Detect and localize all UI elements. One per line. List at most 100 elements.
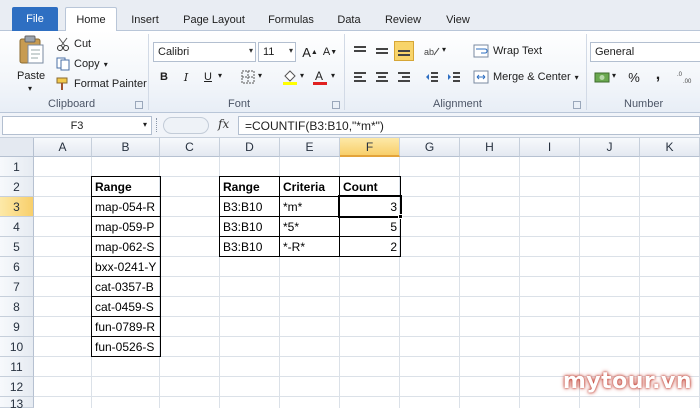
cell-d3[interactable]: B3:B10 — [220, 197, 279, 217]
row-header-7[interactable]: 7 — [0, 277, 34, 297]
tab-review[interactable]: Review — [379, 8, 427, 31]
worksheet-grid[interactable]: A B C D E F G H I J K 1 2 3 4 5 6 7 8 9 … — [0, 138, 700, 408]
cell-b9[interactable]: fun-0789-R — [92, 317, 160, 337]
row-header-3[interactable]: 3 — [0, 197, 34, 217]
cell-d4[interactable]: B3:B10 — [220, 217, 279, 237]
row-header-11[interactable]: 11 — [0, 357, 34, 377]
align-top-button[interactable] — [350, 41, 370, 61]
cell-b7[interactable]: cat-0357-B — [92, 277, 160, 297]
percent-style-button[interactable]: % — [624, 67, 644, 87]
increase-decimal-button[interactable]: .0.00 — [676, 67, 696, 87]
insert-function-icon[interactable]: fx — [218, 117, 229, 131]
font-color-button[interactable]: A — [310, 67, 330, 87]
cell-e2[interactable]: Criteria — [280, 177, 339, 197]
row-header-6[interactable]: 6 — [0, 257, 34, 277]
tab-view[interactable]: View — [438, 8, 478, 31]
borders-button[interactable] — [238, 67, 258, 87]
cell-f5[interactable]: 2 — [340, 237, 400, 257]
accounting-format-button[interactable] — [592, 67, 612, 87]
cell-e4[interactable]: *5* — [280, 217, 339, 237]
fill-handle[interactable] — [398, 214, 403, 219]
orientation-button[interactable]: ab — [422, 41, 442, 61]
paste-dropdown-icon[interactable]: ▾ — [28, 84, 32, 93]
align-middle-button[interactable] — [372, 41, 392, 61]
italic-button[interactable]: I — [176, 67, 196, 87]
select-all-corner[interactable] — [0, 138, 34, 157]
fill-color-button[interactable] — [280, 67, 300, 87]
cell-b3[interactable]: map-054-R — [92, 197, 160, 217]
row-header-5[interactable]: 5 — [0, 237, 34, 257]
tab-insert[interactable]: Insert — [123, 8, 167, 31]
tab-home[interactable]: Home — [65, 7, 117, 32]
cell-b8[interactable]: cat-0459-S — [92, 297, 160, 317]
shrink-font-button[interactable]: A ▼ — [320, 42, 340, 62]
format-painter-button[interactable]: Format Painter — [56, 76, 147, 92]
font-dialog-launcher-icon[interactable] — [332, 101, 340, 109]
cell-f2[interactable]: Count — [340, 177, 400, 197]
decrease-indent-button[interactable] — [422, 67, 442, 87]
column-header-j[interactable]: J — [580, 138, 640, 157]
column-header-g[interactable]: G — [400, 138, 460, 157]
underline-button[interactable]: U — [198, 67, 218, 87]
number-format-select[interactable]: General — [590, 42, 700, 62]
row-header-4[interactable]: 4 — [0, 217, 34, 237]
clipboard-dialog-launcher-icon[interactable] — [135, 101, 143, 109]
name-box[interactable]: F3 ▾ — [2, 116, 152, 135]
tab-data[interactable]: Data — [330, 8, 368, 31]
column-header-k[interactable]: K — [640, 138, 700, 157]
fill-color-dropdown-icon[interactable]: ▾ — [300, 71, 304, 80]
align-bottom-button[interactable] — [394, 41, 414, 61]
tab-formulas[interactable]: Formulas — [260, 8, 322, 31]
tab-page-layout[interactable]: Page Layout — [176, 8, 252, 31]
cut-button[interactable]: Cut — [56, 36, 91, 52]
column-header-c[interactable]: C — [160, 138, 220, 157]
bold-button[interactable]: B — [154, 67, 174, 87]
cell-f4[interactable]: 5 — [340, 217, 400, 237]
paste-button[interactable] — [14, 35, 48, 71]
cell-d2[interactable]: Range — [220, 177, 279, 197]
alignment-dialog-launcher-icon[interactable] — [573, 101, 581, 109]
align-center-button[interactable] — [372, 67, 392, 87]
cell-b5[interactable]: map-062-S — [92, 237, 160, 257]
column-header-d[interactable]: D — [220, 138, 280, 157]
row-header-8[interactable]: 8 — [0, 297, 34, 317]
font-color-dropdown-icon[interactable]: ▾ — [331, 71, 335, 80]
align-left-button[interactable] — [350, 67, 370, 87]
row-header-13[interactable]: 13 — [0, 397, 34, 408]
cell-b2[interactable]: Range — [92, 177, 160, 197]
underline-dropdown-icon[interactable]: ▾ — [218, 71, 222, 80]
cell-e3[interactable]: *m* — [280, 197, 339, 217]
row-header-2[interactable]: 2 — [0, 177, 34, 197]
column-header-b[interactable]: B — [92, 138, 160, 157]
comma-style-button[interactable]: , — [648, 65, 668, 85]
cell-d5[interactable]: B3:B10 — [220, 237, 279, 257]
chevron-down-icon[interactable]: ▾ — [143, 120, 147, 129]
row-header-12[interactable]: 12 — [0, 377, 34, 397]
column-header-i[interactable]: I — [520, 138, 580, 157]
align-right-button[interactable] — [394, 67, 414, 87]
merge-dropdown-icon[interactable]: ▾ — [575, 73, 579, 82]
column-header-a[interactable]: A — [34, 138, 92, 157]
formula-bar-splitter[interactable] — [156, 118, 158, 132]
accounting-dropdown-icon[interactable]: ▾ — [612, 71, 616, 80]
column-header-h[interactable]: H — [460, 138, 520, 157]
font-size-select[interactable]: 11 ▾ — [258, 42, 296, 62]
merge-center-button[interactable]: Merge & Center ▾ — [473, 68, 579, 86]
grow-font-button[interactable]: A ▲ — [300, 42, 320, 62]
borders-dropdown-icon[interactable]: ▾ — [258, 71, 262, 80]
cell-b6[interactable]: bxx-0241-Y — [92, 257, 160, 277]
column-header-e[interactable]: E — [280, 138, 340, 157]
increase-indent-button[interactable] — [444, 67, 464, 87]
copy-button[interactable]: Copy ▾ — [56, 56, 108, 72]
copy-dropdown-icon[interactable]: ▾ — [104, 60, 108, 69]
cell-b10[interactable]: fun-0526-S — [92, 337, 160, 357]
formula-input[interactable]: =COUNTIF(B3:B10,"*m*") — [238, 116, 700, 135]
orientation-dropdown-icon[interactable]: ▾ — [442, 45, 446, 54]
row-header-9[interactable]: 9 — [0, 317, 34, 337]
row-header-1[interactable]: 1 — [0, 157, 34, 177]
cell-b4[interactable]: map-059-P — [92, 217, 160, 237]
row-header-10[interactable]: 10 — [0, 337, 34, 357]
font-family-select[interactable]: Calibri ▾ — [153, 42, 256, 62]
cell-e5[interactable]: *-R* — [280, 237, 339, 257]
column-header-f[interactable]: F — [340, 138, 400, 157]
